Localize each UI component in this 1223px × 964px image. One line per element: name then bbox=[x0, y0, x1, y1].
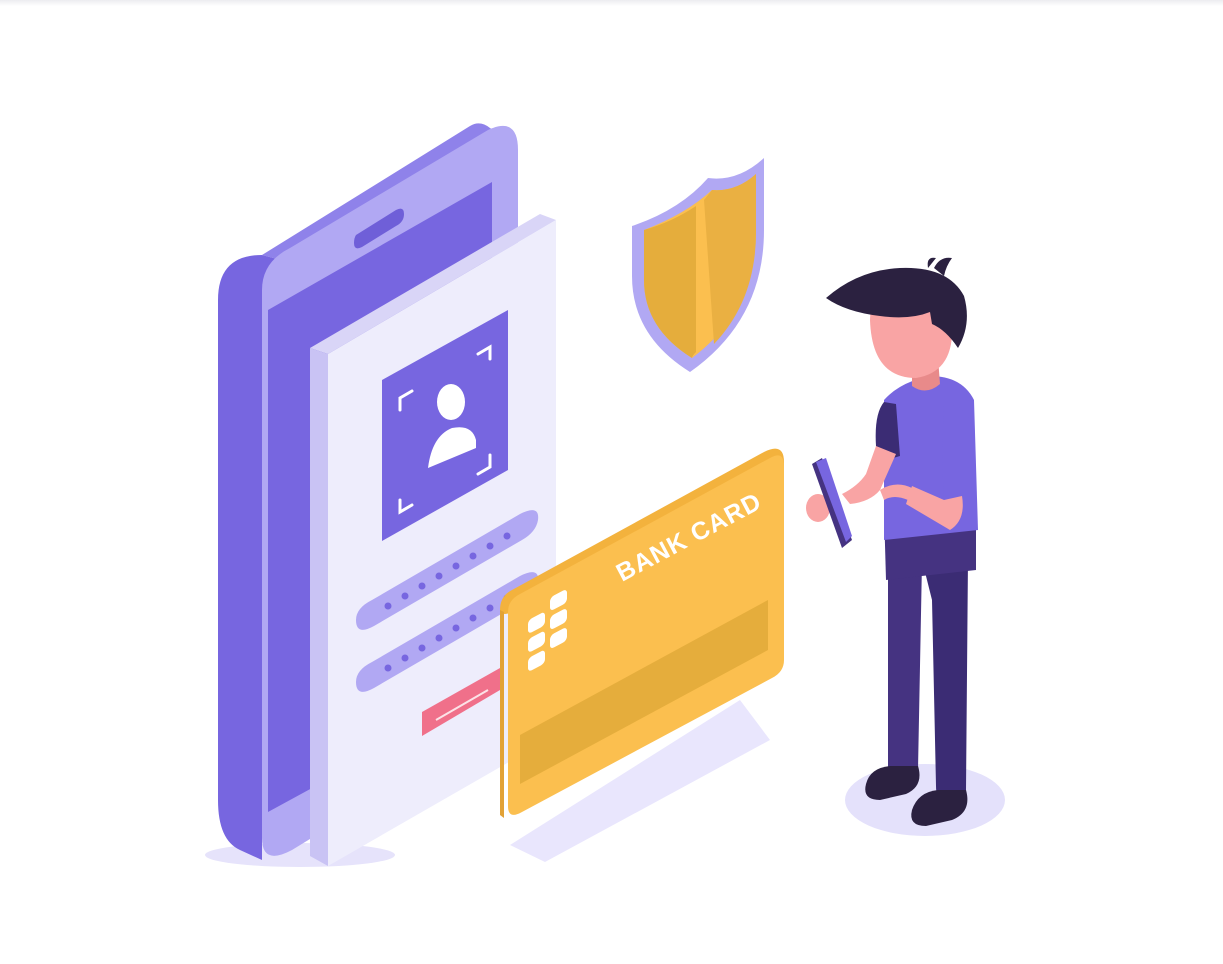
person-with-phone bbox=[806, 257, 978, 826]
identity-verification-illustration: BANK CARD bbox=[205, 123, 1005, 867]
shield-icon bbox=[632, 158, 764, 372]
avatar-head bbox=[437, 384, 465, 420]
